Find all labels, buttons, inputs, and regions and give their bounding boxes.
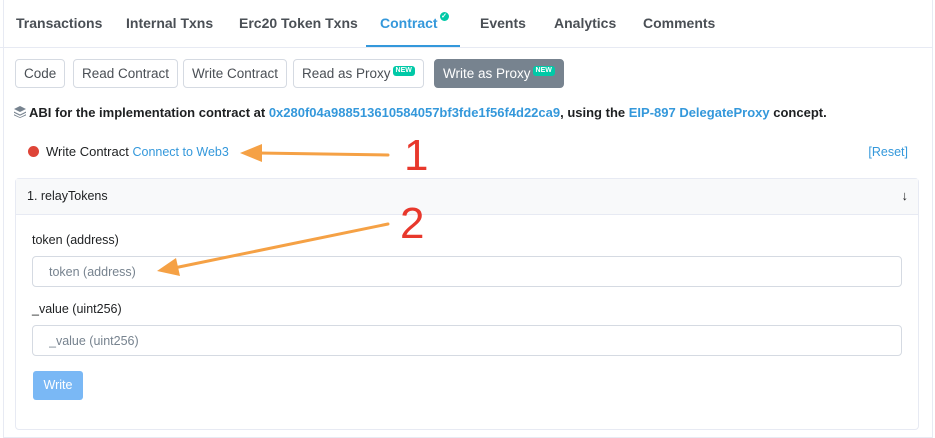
new-badge: NEW <box>532 66 555 76</box>
method-header[interactable]: 1. relayTokens ↓ <box>16 179 918 215</box>
status-label: Write Contract <box>46 144 129 159</box>
tab-events[interactable]: Events <box>480 0 526 47</box>
method-card: 1. relayTokens ↓ token (address) _value … <box>15 178 919 430</box>
value-uint256-input[interactable] <box>32 325 902 356</box>
tab-comments[interactable]: Comments <box>643 0 715 47</box>
abi-suffix: concept. <box>769 105 827 120</box>
arrow-down-icon: ↓ <box>901 188 909 203</box>
abi-middle: , using the <box>560 105 629 120</box>
reset-link[interactable]: [Reset] <box>868 145 908 159</box>
button-label: Write as Proxy <box>443 66 531 81</box>
tab-label: Contract <box>380 15 438 31</box>
annotation-number-2: 2 <box>400 199 425 248</box>
method-title: 1. relayTokens <box>27 189 108 203</box>
tab-analytics[interactable]: Analytics <box>554 0 616 47</box>
value-param-label: _value (uint256) <box>32 302 122 316</box>
tab-contract[interactable]: Contract ✓ <box>366 0 460 47</box>
disconnected-status-icon <box>28 146 39 157</box>
abi-prefix: ABI for the implementation contract at <box>29 105 269 120</box>
button-label: Code <box>24 66 57 81</box>
verified-check-icon: ✓ <box>439 12 449 21</box>
tab-label: Transactions <box>16 15 103 31</box>
annotation-number-1: 1 <box>404 131 429 180</box>
tab-label: Analytics <box>554 15 617 31</box>
button-label: Write Contract <box>192 66 279 81</box>
tab-label: Internal Txns <box>126 15 214 31</box>
button-label: Read as Proxy <box>302 66 391 81</box>
tab-label: Comments <box>643 15 716 31</box>
read-as-proxy-button[interactable]: Read as Proxy NEW <box>293 59 424 88</box>
button-label: Read Contract <box>82 66 170 81</box>
tab-label: Events <box>480 15 526 31</box>
connect-to-web3-link[interactable]: Connect to Web3 <box>132 145 228 159</box>
tab-transactions[interactable]: Transactions <box>16 0 102 47</box>
web3-status: Write Contract Connect to Web3 <box>28 144 229 159</box>
write-contract-button[interactable]: Write Contract <box>183 59 288 88</box>
layers-icon <box>14 106 26 118</box>
implementation-address-link[interactable]: 0x280f04a988513610584057bf3fde1f56f4d22c… <box>269 105 560 120</box>
write-button[interactable]: Write <box>33 371 83 400</box>
token-address-input[interactable] <box>32 256 902 287</box>
active-tab-underline <box>366 45 460 47</box>
token-param-label: token (address) <box>32 233 119 247</box>
tab-label: Erc20 Token Txns <box>239 15 358 31</box>
write-as-proxy-button[interactable]: Write as Proxy NEW <box>434 59 564 88</box>
read-contract-button[interactable]: Read Contract <box>73 59 179 88</box>
abi-notice: ABI for the implementation contract at 0… <box>14 105 827 120</box>
tab-erc20-token-txns[interactable]: Erc20 Token Txns <box>239 0 358 47</box>
tab-internal-txns[interactable]: Internal Txns <box>126 0 213 47</box>
new-badge: NEW <box>392 66 415 76</box>
eip-897-link[interactable]: EIP-897 DelegateProxy <box>629 105 770 120</box>
tab-bar: Transactions Internal Txns Erc20 Token T… <box>0 0 932 48</box>
code-button[interactable]: Code <box>15 59 66 88</box>
